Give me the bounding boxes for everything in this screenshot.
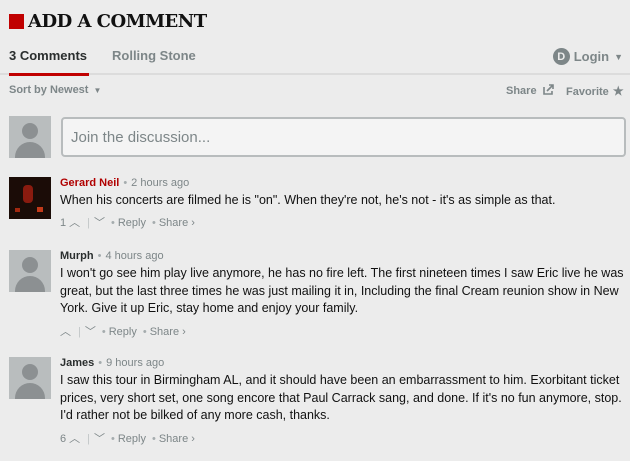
divider: | bbox=[87, 217, 90, 229]
login-label: Login bbox=[573, 49, 610, 64]
downvote-icon[interactable]: ﹀ bbox=[94, 433, 105, 445]
comment-meta: Murph • 4 hours ago bbox=[60, 250, 164, 262]
separator-dot: • bbox=[110, 433, 115, 445]
separator-dot: • bbox=[97, 250, 102, 262]
vote-count: 1 bbox=[60, 217, 67, 229]
comment-item: Gerard Neil • 2 hours ago When his concert… bbox=[9, 177, 624, 237]
share-button[interactable]: Share › bbox=[159, 433, 195, 445]
tab-bar: 3 Comments Rolling Stone D Login ▼ bbox=[0, 40, 630, 76]
comment-text: When his concerts are filmed he is "on".… bbox=[60, 193, 556, 207]
reply-button[interactable]: Reply bbox=[109, 326, 137, 338]
share-button[interactable]: Share › bbox=[159, 217, 195, 229]
comment-meta: James • 9 hours ago bbox=[60, 357, 164, 369]
comment-composer[interactable] bbox=[61, 117, 626, 157]
chevron-down-icon: ▼ bbox=[93, 86, 102, 95]
separator-dot: • bbox=[151, 217, 156, 229]
separator-dot: • bbox=[98, 357, 103, 369]
share-label: Share bbox=[506, 85, 537, 97]
section-header: ADD A COMMENT bbox=[9, 9, 207, 33]
separator-dot: • bbox=[142, 326, 147, 338]
separator-dot: • bbox=[151, 433, 156, 445]
upvote-icon[interactable]: ︿ bbox=[60, 326, 71, 338]
sort-label: Sort by Newest bbox=[9, 84, 89, 96]
red-square-icon bbox=[9, 13, 24, 29]
avatar[interactable] bbox=[9, 177, 51, 219]
favorite-button[interactable]: Favorite ★ bbox=[566, 84, 624, 98]
comment-item: James • 9 hours ago I saw this tour in Bir… bbox=[9, 357, 624, 447]
downvote-icon[interactable]: ﹀ bbox=[85, 326, 96, 338]
avatar-photo-detail bbox=[15, 208, 20, 212]
reply-button[interactable]: Reply bbox=[118, 433, 146, 445]
divider: | bbox=[78, 326, 81, 338]
comment-actions: 6 ︿ | ﹀ • Reply • Share › bbox=[60, 430, 198, 446]
share-thread-button[interactable]: Share bbox=[506, 84, 555, 97]
separator-dot: • bbox=[110, 217, 115, 229]
comment-input[interactable] bbox=[71, 127, 611, 147]
comment-time[interactable]: 9 hours ago bbox=[106, 357, 164, 369]
comment-meta: Gerard Neil • 2 hours ago bbox=[60, 177, 189, 189]
downvote-icon[interactable]: ﹀ bbox=[94, 217, 105, 229]
comment-author[interactable]: Murph bbox=[60, 250, 94, 262]
sort-bar: Sort by Newest ▼ Share Favorite ★ bbox=[9, 84, 624, 100]
login-menu[interactable]: D Login ▼ bbox=[552, 48, 623, 65]
share-button[interactable]: Share › bbox=[150, 326, 186, 338]
share-icon bbox=[542, 84, 554, 95]
avatar-photo-detail bbox=[37, 207, 43, 212]
comment-text: I saw this tour in Birmingham AL, and it… bbox=[60, 373, 622, 422]
avatar-photo-detail bbox=[23, 185, 33, 203]
upvote-icon[interactable]: ︿ bbox=[69, 217, 80, 229]
comment-actions: ︿ | ﹀ • Reply • Share › bbox=[60, 323, 189, 339]
separator-dot: • bbox=[123, 177, 128, 189]
avatar-head bbox=[22, 364, 38, 380]
tab-comments[interactable]: 3 Comments bbox=[9, 48, 90, 76]
avatar[interactable] bbox=[9, 357, 51, 399]
comment-author[interactable]: Gerard Neil bbox=[60, 177, 119, 189]
favorite-label: Favorite bbox=[566, 86, 609, 98]
comment-item: Murph • 4 hours ago I won't go see him pla… bbox=[9, 250, 624, 340]
avatar-head bbox=[22, 257, 38, 273]
avatar[interactable] bbox=[9, 250, 51, 292]
comment-time[interactable]: 4 hours ago bbox=[105, 250, 163, 262]
comment-text: I won't go see him play live anymore, he… bbox=[60, 266, 624, 315]
comment-actions: 1 ︿ | ﹀ • Reply • Share › bbox=[60, 214, 198, 230]
vote-count: 6 bbox=[60, 433, 67, 445]
separator-dot: • bbox=[101, 326, 106, 338]
reply-button[interactable]: Reply bbox=[118, 217, 146, 229]
comment-author[interactable]: James bbox=[60, 357, 94, 369]
chevron-down-icon: ▼ bbox=[614, 51, 623, 62]
disqus-icon: D bbox=[552, 48, 570, 65]
current-user-avatar bbox=[9, 116, 51, 158]
sort-dropdown[interactable]: Sort by Newest ▼ bbox=[9, 84, 101, 96]
divider: | bbox=[87, 433, 90, 445]
star-icon: ★ bbox=[612, 84, 624, 98]
avatar-body bbox=[15, 276, 45, 292]
tab-community[interactable]: Rolling Stone bbox=[112, 48, 196, 63]
upvote-icon[interactable]: ︿ bbox=[69, 433, 80, 445]
section-title: ADD A COMMENT bbox=[28, 10, 207, 32]
avatar-body bbox=[15, 383, 45, 399]
comment-time[interactable]: 2 hours ago bbox=[131, 177, 189, 189]
avatar-head bbox=[22, 123, 38, 139]
avatar-body bbox=[15, 142, 45, 158]
